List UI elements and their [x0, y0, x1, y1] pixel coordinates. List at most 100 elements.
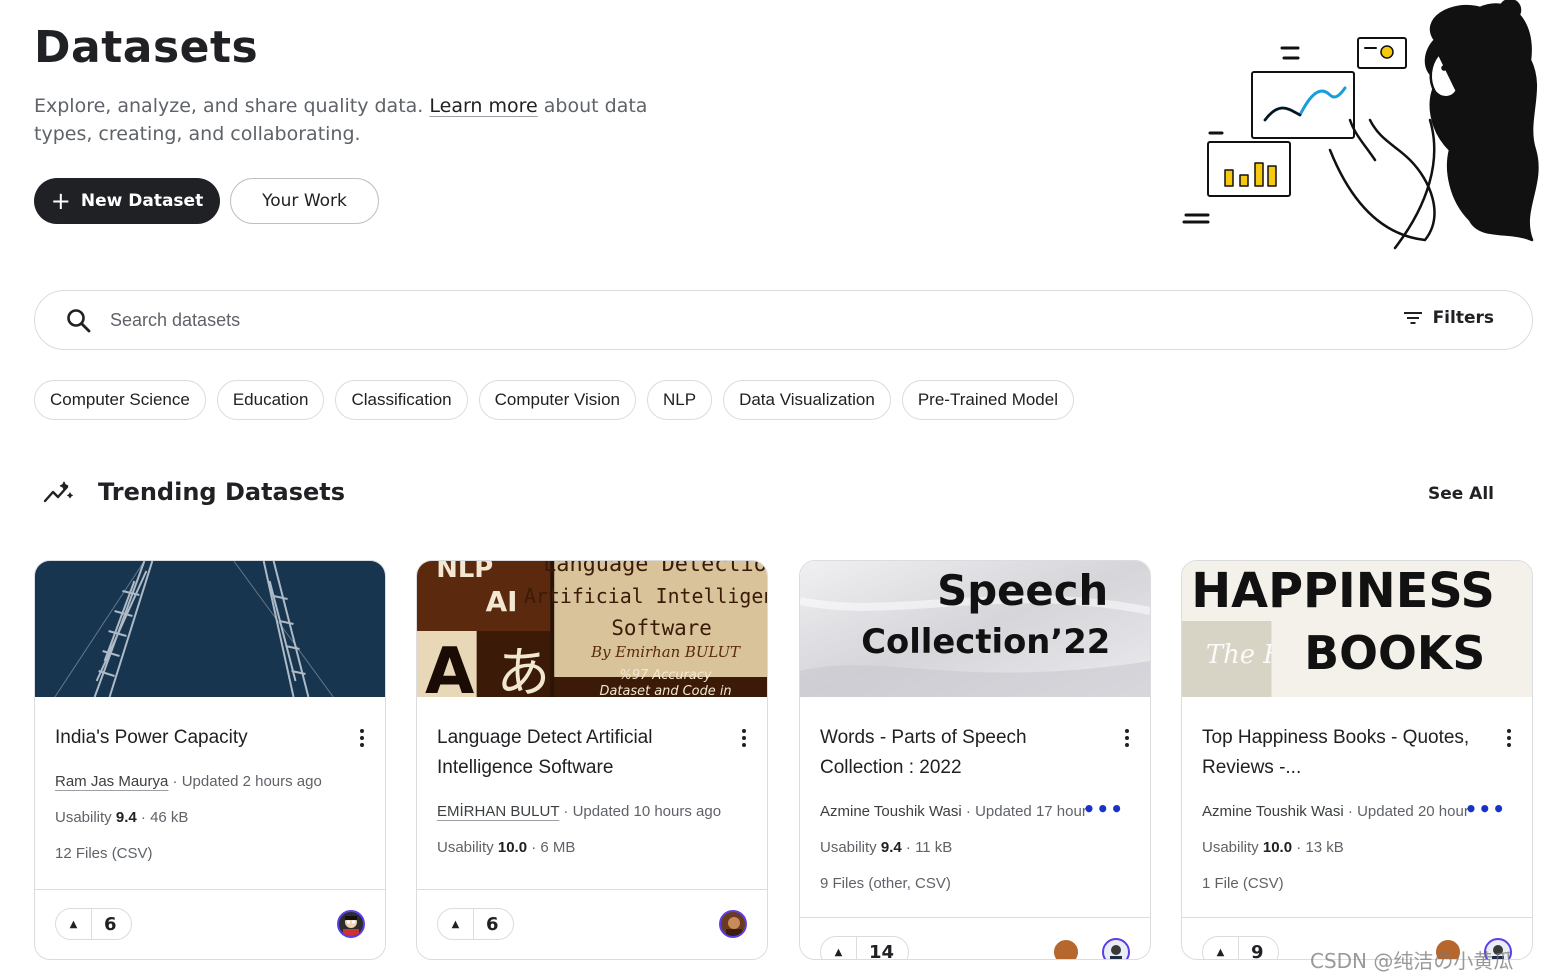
upvote-button[interactable]: ▲ 6	[55, 908, 132, 940]
updated-text: Updated 17 hour	[975, 803, 1087, 820]
thumb-text-kana: あ	[497, 641, 551, 697]
your-work-label: Your Work	[262, 191, 347, 211]
your-work-button[interactable]: Your Work	[230, 178, 379, 224]
thumb-text-speech: Speech	[937, 566, 1108, 615]
card-divider	[417, 889, 767, 890]
plus-icon: +	[50, 187, 71, 215]
chip-pre-trained-model[interactable]: Pre-Trained Model	[901, 380, 1074, 420]
author-link[interactable]: Azmine Toushik Wasi	[1202, 803, 1344, 820]
dataset-card[interactable]: Speech Collection’22 Words - Parts of Sp…	[799, 560, 1151, 960]
upvote-button[interactable]: ▲ 9	[1202, 936, 1279, 960]
search-input[interactable]	[110, 305, 1310, 335]
dataset-usability-line: Usability 9.4 · 11 kB	[820, 839, 953, 856]
more-options-icon[interactable]	[1120, 727, 1134, 749]
author-link[interactable]: EMİRHAN BULUT	[437, 803, 559, 820]
chip-nlp[interactable]: NLP	[646, 380, 713, 420]
vote-count: 14	[869, 941, 895, 960]
chip-computer-vision[interactable]: Computer Vision	[478, 380, 636, 420]
upvote-arrow-icon: ▲	[56, 909, 92, 939]
dataset-title[interactable]: India's Power Capacity	[55, 723, 335, 753]
card-divider	[35, 889, 385, 890]
thumb-text-software: Software	[611, 616, 712, 640]
upvote-button[interactable]: ▲ 6	[437, 908, 514, 940]
card-divider	[800, 917, 1150, 918]
dataset-files: 9 Files (other, CSV)	[820, 875, 951, 892]
usability-label: Usability	[55, 809, 112, 826]
thumb-text-books: BOOKS	[1304, 626, 1485, 680]
chip-computer-science[interactable]: Computer Science	[34, 380, 206, 420]
dataset-files: 1 File (CSV)	[1202, 875, 1284, 892]
truncation-ellipsis: •••	[1082, 797, 1124, 821]
see-all-link[interactable]: See All	[1428, 484, 1494, 504]
intro-text-start: Explore, analyze, and share quality data…	[34, 95, 430, 117]
dataset-title[interactable]: Words - Parts of Speech Collection : 202…	[820, 723, 1100, 783]
avatar[interactable]	[719, 910, 747, 938]
trending-icon	[43, 481, 73, 503]
thumb-text-happiness: HAPPINESS	[1191, 564, 1495, 619]
thumb-text-byline: By Emirhan BULUT	[590, 643, 741, 661]
thumb-text-code: Dataset and Code in	[600, 684, 732, 697]
thumb-text-latin: A	[425, 635, 475, 697]
usability-score: 10.0	[1262, 839, 1293, 856]
dataset-usability-line: Usability 10.0 · 6 MB	[437, 839, 576, 856]
upvote-button[interactable]: ▲ 14	[820, 936, 910, 960]
dataset-size: 11 kB	[915, 839, 953, 856]
usability-label: Usability	[437, 839, 494, 856]
dataset-title[interactable]: Language Detect Artificial Intelligence …	[437, 723, 717, 783]
thumb-text-nlp: NLP	[436, 561, 493, 584]
learn-more-link[interactable]: Learn more	[429, 95, 537, 117]
more-options-icon[interactable]	[355, 727, 369, 749]
vote-count: 6	[104, 913, 117, 935]
upvote-arrow-icon: ▲	[438, 909, 474, 939]
new-dataset-label: New Dataset	[80, 191, 204, 211]
dataset-usability-line: Usability 9.4 · 46 kB	[55, 809, 189, 826]
hero-illustration	[1182, 0, 1539, 250]
dataset-size: 6 MB	[540, 839, 576, 856]
dataset-usability-line: Usability 10.0 · 13 kB	[1202, 839, 1344, 856]
filters-label: Filters	[1432, 308, 1494, 328]
usability-label: Usability	[820, 839, 877, 856]
search-bar: Filters	[34, 290, 1533, 350]
thumb-text-subtitle: Artificial Intelligence	[524, 584, 767, 608]
chip-education[interactable]: Education	[216, 380, 325, 420]
vote-count: 6	[486, 913, 499, 935]
new-dataset-button[interactable]: + New Dataset	[34, 178, 220, 224]
card-divider	[1182, 917, 1532, 918]
usability-label: Usability	[1202, 839, 1259, 856]
dataset-size: 13 kB	[1305, 839, 1344, 856]
trending-header: Trending Datasets	[42, 478, 345, 506]
dataset-author-line: Azmine Toushik Wasi · Updated 20 hour	[1202, 803, 1469, 820]
thumb-text-heading: Language Detection	[543, 561, 767, 577]
dataset-card[interactable]: India's Power Capacity Ram Jas Maurya · …	[34, 560, 386, 960]
thumb-text-collection: Collection’22	[861, 622, 1110, 661]
dataset-author-line: EMİRHAN BULUT · Updated 10 hours ago	[437, 803, 722, 820]
page-title: Datasets	[34, 22, 259, 73]
dataset-thumbnail	[35, 561, 385, 697]
dataset-card[interactable]: The H HAPPINESS BOOKS Top Happiness Book…	[1181, 560, 1533, 960]
dataset-card[interactable]: NLP AI Language Detection Artificial Int…	[416, 560, 768, 960]
updated-text: Updated 2 hours ago	[181, 773, 322, 790]
more-options-icon[interactable]	[1502, 727, 1516, 749]
updated-text: Updated 10 hours ago	[572, 803, 722, 820]
author-link[interactable]: Azmine Toushik Wasi	[820, 803, 962, 820]
dataset-author-line: Azmine Toushik Wasi · Updated 17 hour	[820, 803, 1087, 820]
dataset-thumbnail: Speech Collection’22	[800, 561, 1150, 697]
more-options-icon[interactable]	[737, 727, 751, 749]
usability-score: 9.4	[115, 809, 137, 826]
trending-title: Trending Datasets	[98, 478, 346, 506]
chip-classification[interactable]: Classification	[335, 380, 468, 420]
avatar[interactable]	[1052, 938, 1080, 959]
category-chips: Computer Science Education Classificatio…	[34, 380, 1074, 420]
chip-data-visualization[interactable]: Data Visualization	[723, 380, 891, 420]
author-link[interactable]: Ram Jas Maurya	[55, 773, 168, 790]
usability-score: 9.4	[880, 839, 902, 856]
avatar[interactable]	[1102, 938, 1130, 959]
vote-count: 9	[1251, 941, 1264, 960]
dataset-files: 12 Files (CSV)	[55, 845, 153, 862]
avatar[interactable]	[337, 910, 365, 938]
filters-button[interactable]: Filters	[1403, 308, 1494, 328]
dataset-title[interactable]: Top Happiness Books - Quotes, Reviews -.…	[1202, 723, 1482, 783]
usability-score: 10.0	[497, 839, 528, 856]
search-icon	[67, 309, 91, 333]
truncation-ellipsis: •••	[1464, 797, 1506, 821]
